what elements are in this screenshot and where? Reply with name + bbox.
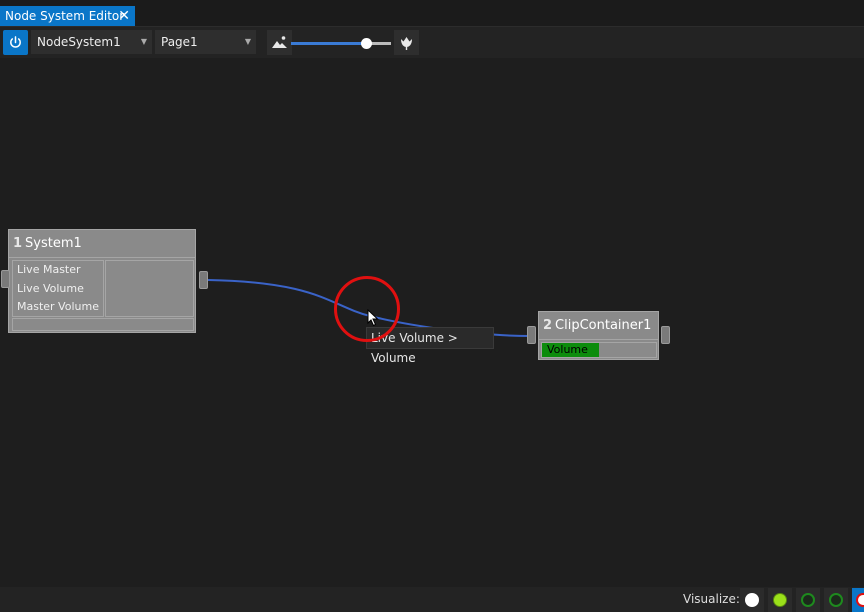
node-input-list: Live Master Live Volume Master Volume — [12, 260, 104, 317]
visualize-option-red[interactable] — [852, 588, 864, 612]
node-system1-output-port[interactable] — [199, 271, 208, 289]
node-title: 2 ClipContainer1 — [539, 312, 658, 340]
node-title-text: System1 — [25, 236, 82, 251]
flower-icon — [401, 37, 412, 50]
node-system1-input-port[interactable] — [1, 270, 10, 288]
tab-node-system-editor[interactable]: Node System Editor ✕ — [0, 6, 135, 26]
volume-parameter-label: Volume — [547, 343, 588, 356]
landscape-icon — [272, 36, 287, 48]
node-title: 1 System1 — [9, 230, 195, 258]
power-button[interactable] — [3, 30, 28, 55]
node-number: 1 — [13, 236, 23, 251]
node-clipcontainer1-output-port[interactable] — [661, 326, 670, 344]
lime-dot-icon — [773, 593, 787, 607]
zoom-out-button[interactable] — [267, 30, 292, 55]
close-icon[interactable]: ✕ — [118, 6, 130, 26]
tab-title: Node System Editor — [5, 9, 125, 23]
node-clipcontainer1-input-port[interactable] — [527, 326, 536, 344]
zoom-in-button[interactable] — [394, 30, 419, 55]
zoom-slider-fill — [291, 42, 366, 45]
volume-parameter-bar[interactable]: Volume — [541, 342, 657, 358]
input-row-live-volume[interactable]: Live Volume — [13, 280, 103, 299]
green-ring-icon — [829, 593, 843, 607]
status-bar: Visualize: — [0, 587, 864, 612]
power-icon — [10, 36, 21, 48]
toolbar: NodeSystem1 ▼ Page1 ▼ — [0, 26, 864, 58]
visualize-option-green-2[interactable] — [824, 588, 848, 612]
node-footer — [12, 318, 194, 331]
visualize-option-white[interactable] — [740, 588, 764, 612]
node-system-select[interactable]: NodeSystem1 ▼ — [31, 30, 152, 54]
red-ring-icon — [856, 593, 864, 607]
visualize-option-green-1[interactable] — [796, 588, 820, 612]
node-clipcontainer1[interactable]: 2 ClipContainer1 Volume — [538, 311, 659, 360]
node-number: 2 — [543, 318, 553, 333]
input-row-live-master[interactable]: Live Master — [13, 261, 103, 280]
node-output-area — [105, 260, 194, 317]
node-system1[interactable]: 1 System1 Live Master Live Volume Master … — [8, 229, 196, 333]
mouse-cursor-icon — [367, 309, 379, 327]
chevron-down-icon: ▼ — [244, 37, 251, 46]
zoom-slider[interactable] — [291, 38, 391, 49]
page-select-value: Page1 — [161, 35, 198, 49]
page-select[interactable]: Page1 ▼ — [155, 30, 256, 54]
node-system-select-value: NodeSystem1 — [37, 35, 121, 49]
tab-bar: Node System Editor ✕ — [0, 0, 864, 26]
node-canvas[interactable]: 1 System1 Live Master Live Volume Master … — [0, 58, 864, 587]
zoom-slider-thumb[interactable] — [361, 38, 372, 49]
green-ring-icon — [801, 593, 815, 607]
white-dot-icon — [745, 593, 759, 607]
chevron-down-icon: ▼ — [140, 37, 147, 46]
visualize-option-lime[interactable] — [768, 588, 792, 612]
node-title-text: ClipContainer1 — [555, 318, 652, 333]
visualize-label: Visualize: — [683, 592, 740, 606]
input-row-master-volume[interactable]: Master Volume — [13, 298, 103, 317]
